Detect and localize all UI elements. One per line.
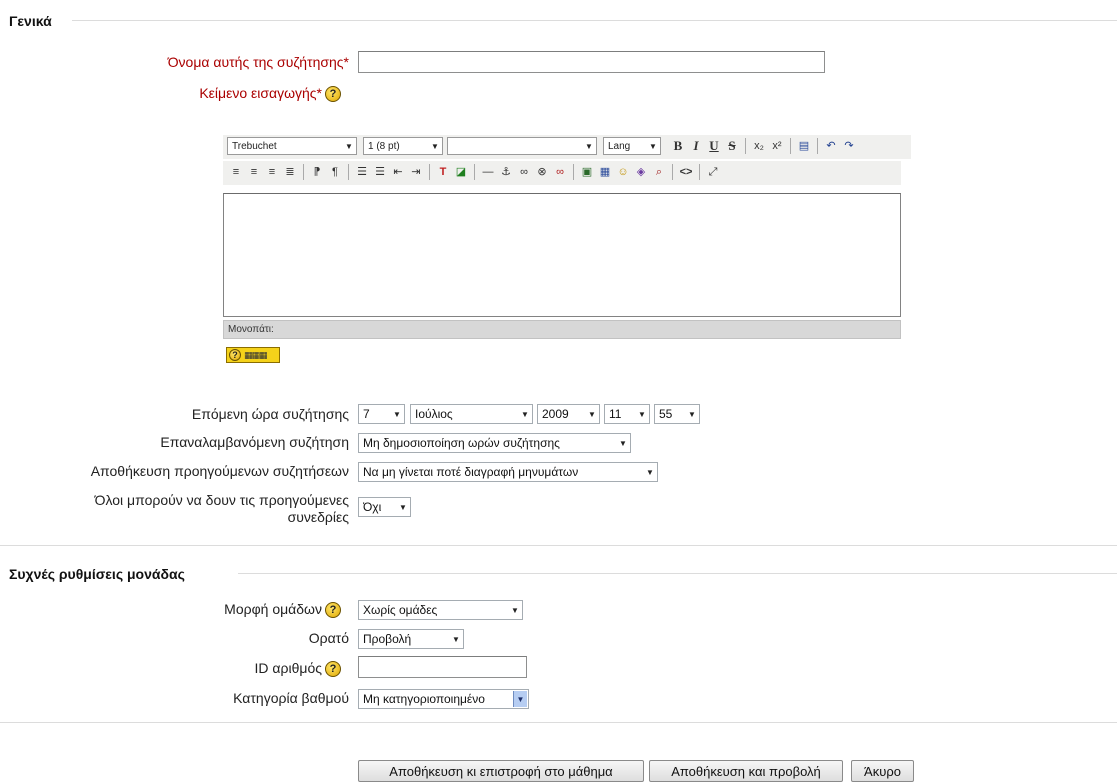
paste-word-icon[interactable]: ▤ — [796, 138, 812, 154]
help-icon: ? — [229, 349, 241, 361]
grade-category-label: Κατηγορία βαθμού — [233, 690, 349, 706]
align-center-icon[interactable]: ≡ — [246, 164, 262, 180]
search-replace-icon[interactable]: ⌕ — [651, 164, 667, 180]
justify-icon[interactable]: ≣ — [282, 164, 298, 180]
day-select[interactable]: 7 ▼ — [358, 404, 405, 424]
align-left-icon[interactable]: ≡ — [228, 164, 244, 180]
cancel-button[interactable]: Άκυρο — [851, 760, 914, 782]
help-icon[interactable]: ? — [325, 661, 341, 677]
font-size-select[interactable]: 1 (8 pt) ▼ — [363, 137, 443, 155]
group-mode-label: Μορφή ομάδων — [224, 601, 322, 617]
background-color-icon[interactable]: ◪ — [453, 164, 469, 180]
repeat-chat-select[interactable]: Μη δημοσιοποίηση ωρών συζήτησης ▼ — [358, 433, 631, 453]
save-past-sessions-select[interactable]: Να μη γίνεται ποτέ διαγραφή μηνυμάτων ▼ — [358, 462, 658, 482]
special-char-icon[interactable]: ◈ — [633, 164, 649, 180]
help-icon[interactable]: ? — [325, 602, 341, 618]
section-divider — [0, 545, 1117, 546]
rtl-icon[interactable]: ¶ — [327, 164, 343, 180]
superscript-icon[interactable]: x² — [769, 138, 785, 154]
nolink-icon[interactable]: ∞ — [552, 164, 568, 180]
italic-icon[interactable]: I — [688, 138, 704, 154]
anchor-icon[interactable]: ⚓ — [498, 164, 514, 180]
editor-toolbar-row1: Trebuchet ▼ 1 (8 pt) ▼ ▼ Lang ▼ B I U S x₂ … — [223, 135, 911, 159]
underline-icon[interactable]: U — [706, 138, 722, 154]
outdent-icon[interactable]: ⇤ — [390, 164, 406, 180]
link-icon[interactable]: ∞ — [516, 164, 532, 180]
align-right-icon[interactable]: ≡ — [264, 164, 280, 180]
section-divider — [0, 722, 1117, 723]
section-divider — [72, 20, 1117, 21]
group-mode-select[interactable]: Χωρίς ομάδες ▼ — [358, 600, 523, 620]
fullscreen-icon[interactable]: ⤢ — [705, 164, 721, 180]
ordered-list-icon[interactable]: ☰ — [354, 164, 370, 180]
image-icon[interactable]: ▣ — [579, 164, 595, 180]
help-icon[interactable]: ? — [325, 86, 341, 102]
editor-path-label: Μονοπάτι: — [228, 324, 274, 335]
repeat-chat-label: Επαναλαμβανόμενη συζήτηση — [160, 434, 349, 450]
strikethrough-icon[interactable]: S — [724, 138, 740, 154]
section-legend-general: Γενικά — [9, 13, 52, 29]
minute-select[interactable]: 55 ▼ — [654, 404, 700, 424]
everyone-view-sessions-select[interactable]: Όχι ▼ — [358, 497, 411, 517]
unlink-icon[interactable]: ⊗ — [534, 164, 550, 180]
everyone-view-sessions-label: Όλοι μπορούν να δουν τις προηγούμενες συ… — [94, 492, 349, 525]
undo-icon[interactable]: ↶ — [823, 138, 839, 154]
text-color-icon[interactable]: T — [435, 164, 451, 180]
keyboard-help-button[interactable]: ? ▦▦▦ — [226, 347, 280, 363]
hour-select[interactable]: 11 ▼ — [604, 404, 650, 424]
section-divider — [238, 573, 1117, 574]
indent-icon[interactable]: ⇥ — [408, 164, 424, 180]
lang-select[interactable]: Lang ▼ — [603, 137, 661, 155]
editor-content-area[interactable] — [223, 193, 901, 317]
redo-icon[interactable]: ↷ — [841, 138, 857, 154]
id-number-input[interactable] — [358, 656, 527, 678]
font-family-select[interactable]: Trebuchet ▼ — [227, 137, 357, 155]
visible-select[interactable]: Προβολή ▼ — [358, 629, 464, 649]
keyboard-icon: ▦▦▦ — [244, 349, 267, 360]
ltr-icon[interactable]: ⁋ — [309, 164, 325, 180]
intro-text-label: Κείμενο εισαγωγής* — [199, 85, 322, 101]
save-and-display-button[interactable]: Αποθήκευση και προβολή — [649, 760, 843, 782]
table-icon[interactable]: ▦ — [597, 164, 613, 180]
save-past-sessions-label: Αποθήκευση προηγούμενων συζητήσεων — [90, 463, 349, 479]
bold-icon[interactable]: B — [670, 138, 686, 154]
unordered-list-icon[interactable]: ☰ — [372, 164, 388, 180]
editor-path-bar: Μονοπάτι: — [223, 320, 901, 339]
format-select[interactable]: ▼ — [447, 137, 597, 155]
chat-name-input[interactable] — [358, 51, 825, 73]
visible-label: Ορατό — [308, 630, 349, 646]
horizontal-rule-icon[interactable]: — — [480, 164, 496, 180]
grade-category-select[interactable]: Μη κατηγοριοποιημένο ▼ — [358, 689, 529, 709]
smiley-icon[interactable]: ☺ — [615, 164, 631, 180]
month-select[interactable]: Ιούλιος ▼ — [410, 404, 533, 424]
editor-toolbar-row2: ≡ ≡ ≡ ≣ ⁋ ¶ ☰ ☰ ⇤ ⇥ T ◪ — ⚓ ∞ ⊗ ∞ ▣ ▦ ☺ … — [223, 161, 901, 185]
save-and-return-button[interactable]: Αποθήκευση κι επιστροφή στο μάθημα — [358, 760, 644, 782]
section-legend-common: Συχνές ρυθμίσεις μονάδας — [9, 566, 185, 582]
id-number-label: ID αριθμός — [254, 660, 322, 676]
chat-name-label: Όνομα αυτής της συζήτησης* — [167, 54, 349, 70]
year-select[interactable]: 2009 ▼ — [537, 404, 600, 424]
chat-time-label: Επόμενη ώρα συζήτησης — [191, 406, 349, 422]
html-source-icon[interactable]: <> — [678, 164, 694, 180]
subscript-icon[interactable]: x₂ — [751, 138, 767, 154]
